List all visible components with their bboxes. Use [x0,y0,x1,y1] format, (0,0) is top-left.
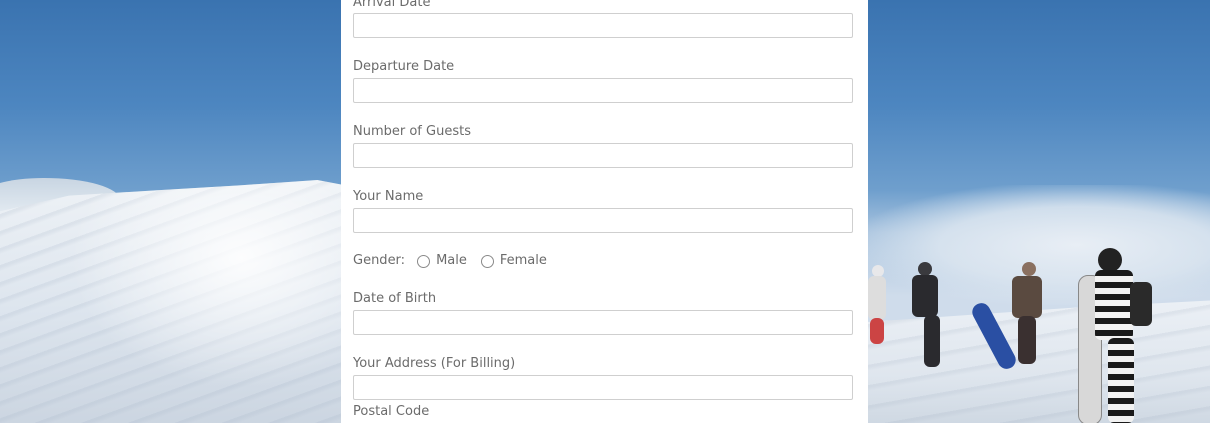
date-of-birth-input[interactable] [353,310,853,335]
booking-form: Arrival Date Departure Date Number of Gu… [341,0,868,423]
number-of-guests-label: Number of Guests [353,124,471,139]
gender-male-radio[interactable] [417,255,431,268]
gender-female-label[interactable]: Female [500,253,547,268]
gender-field: Gender: Male Female [353,253,549,268]
departure-date-input[interactable] [353,78,853,103]
your-name-input[interactable] [353,208,853,233]
date-of-birth-label: Date of Birth [353,291,437,306]
departure-date-label: Departure Date [353,59,455,74]
number-of-guests-input[interactable] [353,143,853,168]
arrival-date-label: Arrival Date [353,0,431,10]
page: Arrival Date Departure Date Number of Gu… [0,0,1210,423]
snowy-slope-left [0,180,345,423]
address-label: Your Address (For Billing) [353,356,516,371]
gender-label: Gender: [353,253,406,268]
gender-male-label[interactable]: Male [436,253,467,268]
arrival-date-input[interactable] [353,13,853,38]
gender-female-radio[interactable] [480,255,494,268]
postal-code-label: Postal Code [353,404,430,419]
address-input[interactable] [353,375,853,400]
your-name-label: Your Name [353,189,424,204]
